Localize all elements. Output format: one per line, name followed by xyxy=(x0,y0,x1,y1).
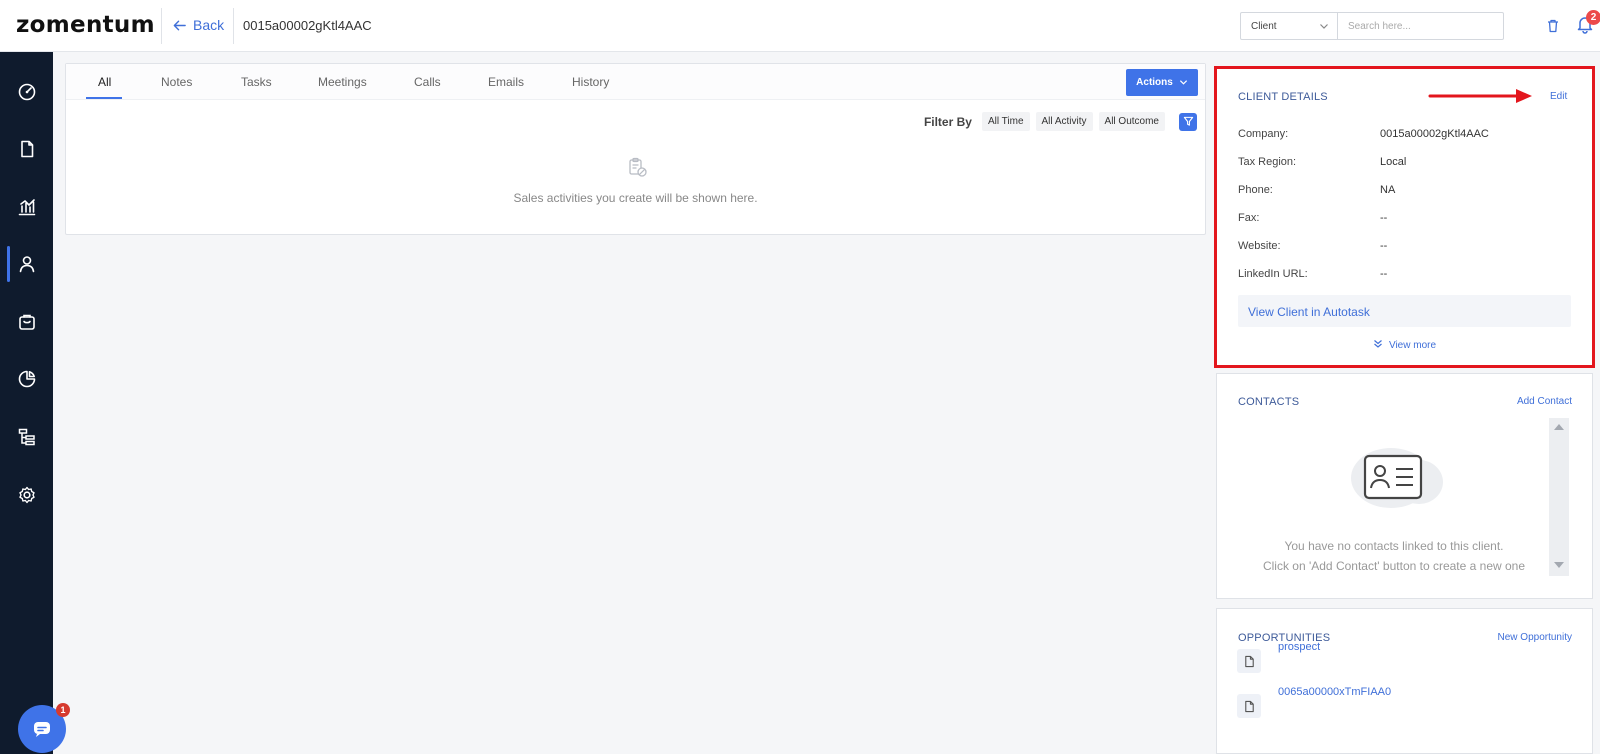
sidebar-item-settings[interactable] xyxy=(0,475,53,515)
chevron-down-icon xyxy=(1179,80,1187,85)
sidebar-item-analytics[interactable] xyxy=(0,187,53,227)
sidebar-item-workflows[interactable] xyxy=(0,417,53,457)
view-more-label: View more xyxy=(1388,340,1437,351)
active-tab-indicator xyxy=(86,97,122,99)
phone-label: Phone: xyxy=(1238,184,1273,196)
fax-value: -- xyxy=(1380,212,1388,224)
tax-region-value: Local xyxy=(1380,156,1407,168)
tab-emails[interactable]: Emails xyxy=(488,75,524,89)
pie-chart-icon xyxy=(18,370,35,388)
header-divider xyxy=(161,8,162,44)
tab-calls[interactable]: Calls xyxy=(414,75,441,89)
view-client-in-autotask-button[interactable]: View Client in Autotask xyxy=(1238,295,1571,327)
arrow-left-icon xyxy=(173,20,186,30)
scroll-up-arrow[interactable] xyxy=(1554,424,1564,430)
list-item: prospect xyxy=(1237,641,1320,673)
global-search: Client xyxy=(1240,12,1504,40)
filter-button[interactable] xyxy=(1179,112,1197,131)
back-label: Back xyxy=(193,17,225,33)
record-title: 0015a00002gKtl4AAC xyxy=(243,18,372,33)
opportunity-link[interactable]: prospect xyxy=(1278,641,1320,653)
zomentum-logo[interactable]: zomentum xyxy=(16,12,155,38)
sidebar-item-clients[interactable] xyxy=(0,244,53,284)
search-scope-value: Client xyxy=(1251,21,1277,32)
search-input[interactable] xyxy=(1338,12,1504,40)
client-details-title: CLIENT DETAILS xyxy=(1238,91,1328,103)
chevron-down-icon xyxy=(1320,24,1328,29)
linkedin-value: -- xyxy=(1380,268,1388,280)
opportunity-doc xyxy=(1237,694,1261,718)
scroll-down-arrow[interactable] xyxy=(1554,562,1564,568)
header-divider xyxy=(233,8,234,44)
edit-client-link[interactable]: Edit xyxy=(1550,91,1567,102)
top-header: zomentum Back 0015a00002gKtl4AAC Client … xyxy=(0,0,1600,52)
clipboard-empty-icon xyxy=(629,157,647,177)
website-value: -- xyxy=(1380,240,1388,252)
opportunities-card: OPPORTUNITIES New Opportunity prospect 0… xyxy=(1216,608,1593,754)
analytics-icon xyxy=(18,199,35,216)
sidebar-item-documents[interactable] xyxy=(0,129,53,169)
user-icon xyxy=(19,256,34,273)
filter-label: Filter By xyxy=(923,114,972,129)
sidebar-item-reports[interactable] xyxy=(0,359,53,399)
fax-label: Fax: xyxy=(1238,212,1260,224)
actions-button[interactable]: Actions xyxy=(1126,69,1198,96)
tab-notes[interactable]: Notes xyxy=(161,75,192,89)
activity-tabs: All Notes Tasks Meetings Calls Emails Hi… xyxy=(66,64,1205,100)
dashboard-icon xyxy=(18,83,35,101)
annotation-arrow xyxy=(1428,89,1532,103)
activity-empty-message: Sales activities you create will be show… xyxy=(513,191,758,205)
contacts-scrollbar[interactable] xyxy=(1549,418,1569,576)
trash-icon[interactable] xyxy=(1545,18,1561,34)
contacts-card: CONTACTS Add Contact You have no contact… xyxy=(1216,373,1593,599)
contacts-empty-message: You have no contacts linked to this clie… xyxy=(1217,536,1571,576)
list-item: 0065a00000xTmFIAA0 xyxy=(1237,686,1391,718)
chat-icon xyxy=(34,722,50,737)
website-label: Website: xyxy=(1238,240,1281,252)
back-button[interactable]: Back xyxy=(172,17,224,33)
chat-badge: 1 xyxy=(56,703,70,717)
contacts-title: CONTACTS xyxy=(1238,396,1300,408)
new-opportunity-link[interactable]: New Opportunity xyxy=(1498,632,1572,643)
view-more-link[interactable]: View more xyxy=(1217,339,1592,351)
tab-history[interactable]: History xyxy=(572,75,609,89)
sidebar-item-products[interactable] xyxy=(0,302,53,342)
tab-tasks[interactable]: Tasks xyxy=(241,75,272,89)
company-value: 0015a00002gKtl4AAC xyxy=(1380,128,1489,140)
phone-value: NA xyxy=(1380,184,1396,196)
sidebar-item-dashboard[interactable] xyxy=(0,72,53,112)
filter-time[interactable]: All Time xyxy=(981,112,1030,131)
double-chevron-down-icon xyxy=(1374,340,1382,348)
add-contact-link[interactable]: Add Contact xyxy=(1517,396,1572,407)
search-scope-select[interactable]: Client xyxy=(1240,12,1338,40)
document-icon xyxy=(1244,655,1254,667)
client-details-card: CLIENT DETAILS Edit Company: 0015a00002g… xyxy=(1214,66,1595,368)
contact-card-icon xyxy=(1351,448,1443,508)
filter-bar: Filter By All Time All Activity All Outc… xyxy=(924,112,1197,131)
company-label: Company: xyxy=(1238,128,1289,140)
notification-badge: 2 xyxy=(1586,10,1600,25)
filter-activity[interactable]: All Activity xyxy=(1035,112,1093,131)
opportunity-link[interactable]: 0065a00000xTmFIAA0 xyxy=(1278,686,1391,698)
tax-region-label: Tax Region: xyxy=(1238,156,1297,168)
opportunity-doc xyxy=(1237,649,1261,673)
contacts-empty-line-2: Click on 'Add Contact' button to create … xyxy=(1262,559,1526,573)
actions-label: Actions xyxy=(1136,77,1173,88)
tab-all[interactable]: All xyxy=(98,75,111,89)
contacts-empty-line-1: You have no contacts linked to this clie… xyxy=(1284,539,1504,553)
sidebar xyxy=(0,52,53,754)
tab-meetings[interactable]: Meetings xyxy=(318,75,367,89)
filter-outcome[interactable]: All Outcome xyxy=(1098,112,1165,131)
linkedin-label: LinkedIn URL: xyxy=(1238,268,1308,280)
notifications-button[interactable]: 2 xyxy=(1575,10,1600,38)
hierarchy-icon xyxy=(18,428,35,446)
settings-icon xyxy=(18,486,35,504)
document-icon xyxy=(20,140,33,158)
briefcase-icon xyxy=(18,314,35,330)
activity-panel: All Notes Tasks Meetings Calls Emails Hi… xyxy=(65,63,1206,235)
filter-icon xyxy=(1183,116,1193,126)
document-icon xyxy=(1244,700,1254,712)
